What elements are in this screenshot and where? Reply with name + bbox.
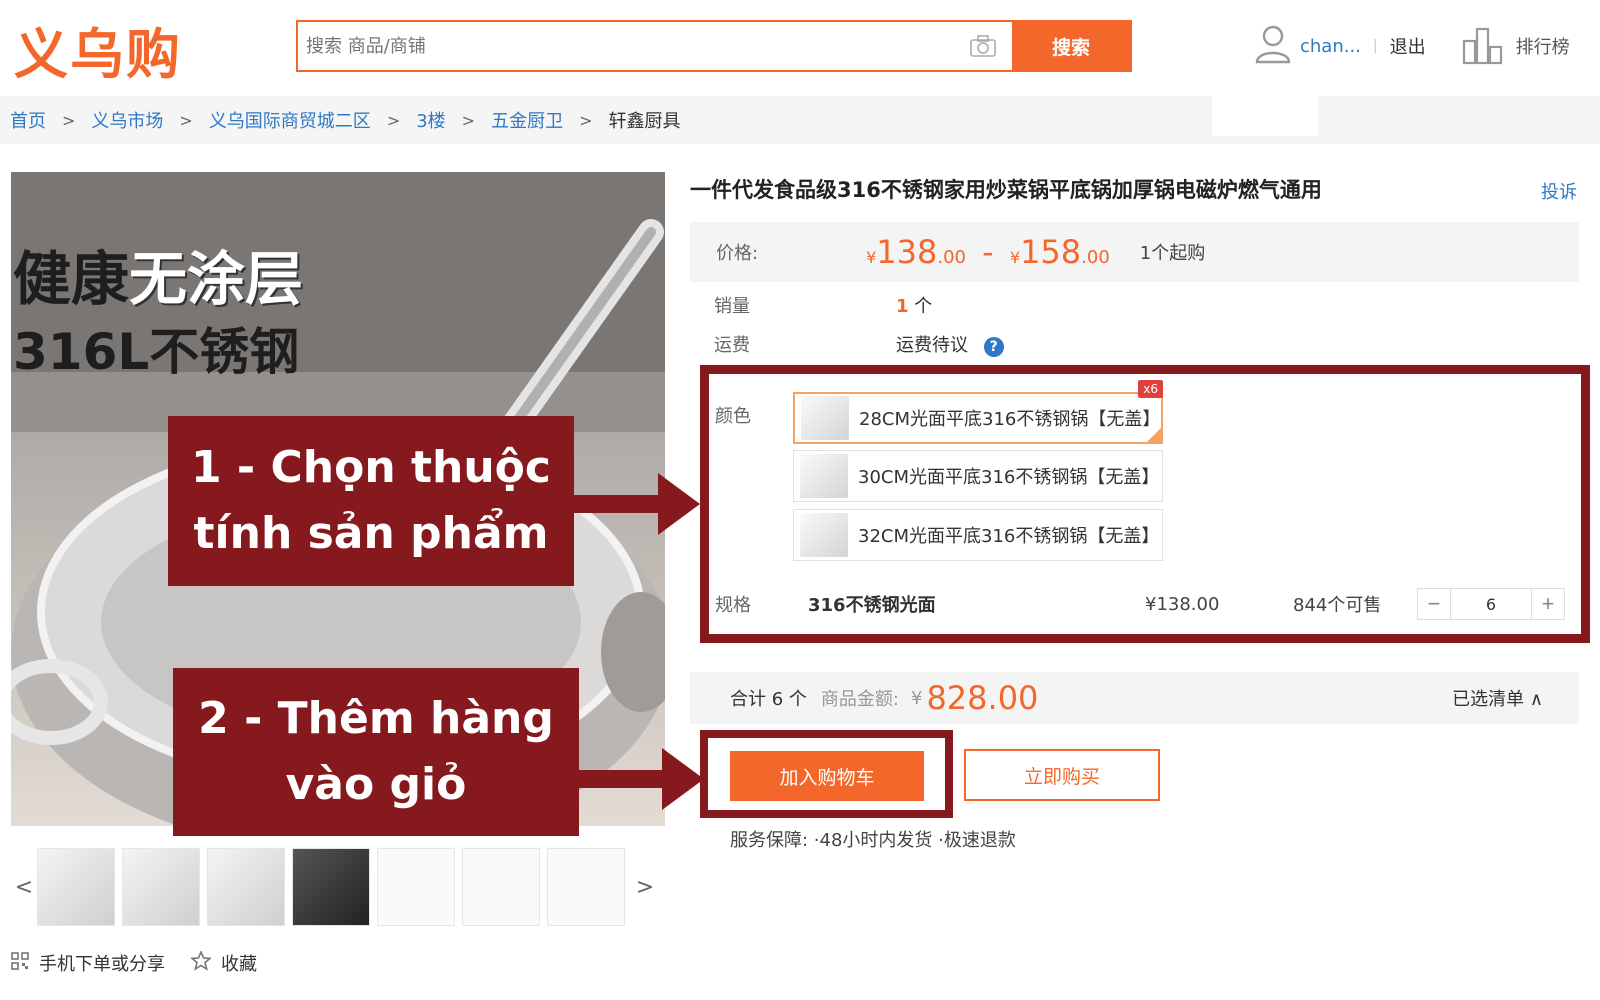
callout-step-1: 1 - Chọn thuộc tính sản phẩm <box>168 416 574 586</box>
add-to-cart-button[interactable]: 加入购物车 <box>730 751 924 801</box>
option-thumbnail <box>801 396 849 440</box>
star-icon[interactable] <box>189 949 213 976</box>
mobile-order-link[interactable]: 手机下单或分享 <box>39 950 165 976</box>
color-option[interactable]: 32CM光面平底316不锈钢锅【无盖】 <box>793 509 1163 561</box>
complain-link[interactable]: 投诉 <box>1541 178 1577 204</box>
shipping-row: 运费 运费待议 ? <box>714 331 1004 357</box>
color-option[interactable]: 28CM光面平底316不锈钢锅【无盖】 x6 <box>793 380 1163 444</box>
product-title: 一件代发食品级316不锈钢家用炒菜锅平底锅加厚锅电磁炉燃气通用 <box>690 178 1322 202</box>
help-icon[interactable]: ? <box>983 337 1004 357</box>
image-subheadline: 316L不锈钢 <box>13 323 300 381</box>
breadcrumb-item[interactable]: 五金厨卫 <box>491 107 563 133</box>
breadcrumb-separator: > <box>579 110 593 130</box>
add-to-cart-highlight: 加入购物车 <box>700 730 953 818</box>
amount-label: 商品金额: <box>820 689 899 710</box>
breadcrumb-item[interactable]: 3楼 <box>416 107 445 133</box>
ranking-link[interactable]: 排行榜 <box>1462 27 1570 65</box>
price-range: ¥138.00 - ¥158.00 <box>866 233 1110 271</box>
username-link[interactable]: chan... <box>1300 36 1361 57</box>
quantity-input[interactable]: 6 <box>1450 589 1532 619</box>
search-button[interactable]: 搜索 <box>1012 22 1130 70</box>
breadcrumb-item[interactable]: 义乌市场 <box>91 107 163 133</box>
shipping-label: 运费 <box>714 335 750 356</box>
price-row: 价格: ¥138.00 - ¥158.00 1个起购 <box>690 222 1579 282</box>
thumbnail[interactable] <box>547 848 625 926</box>
stock-count: 844个可售 <box>1293 595 1382 616</box>
option-thumbnail <box>800 513 848 557</box>
breadcrumb-separator: > <box>386 110 401 130</box>
quantity-stepper: − 6 + <box>1417 588 1565 620</box>
user-icon[interactable] <box>1254 24 1292 68</box>
shipping-value: 运费待议 ? <box>896 331 1004 357</box>
order-summary: 合计 6 个 商品金额: ¥ 828.00 已选清单 ∧ <box>690 672 1579 724</box>
spec-row: 规格 316不锈钢光面 ¥138.00 844个可售 − 6 + <box>709 584 1581 624</box>
service-guarantee: 服务保障: ·48小时内发货 ·极速退款 <box>730 830 1016 851</box>
arrow-step-2 <box>578 748 704 810</box>
share-bar: 手机下单或分享 收藏 <box>11 949 283 976</box>
qrcode-icon[interactable] <box>11 951 29 975</box>
color-label: 颜色 <box>715 406 751 427</box>
quantity-badge: x6 <box>1138 380 1163 398</box>
selected-list-toggle[interactable]: 已选清单 ∧ <box>1452 685 1543 711</box>
selected-check-icon <box>1147 428 1161 442</box>
camera-icon[interactable] <box>954 22 1012 70</box>
spec-value: 316不锈钢光面 <box>808 595 936 616</box>
divider: | <box>1372 38 1378 54</box>
total-count: 合计 6 个 <box>730 689 807 710</box>
callout-step-2: 2 - Thêm hàng vào giỏ <box>173 668 579 836</box>
thumbnail-strip: < > <box>11 847 665 927</box>
logout-link[interactable]: 退出 <box>1390 33 1426 59</box>
min-order: 1个起购 <box>1139 243 1206 264</box>
thumbnail[interactable] <box>122 848 200 926</box>
breadcrumb-blank <box>1212 96 1318 136</box>
option-thumbnail <box>800 454 848 498</box>
thumb-next-button[interactable]: > <box>632 875 658 900</box>
search-box: 搜索 <box>296 20 1132 72</box>
breadcrumb-item[interactable]: 义乌国际商贸城二区 <box>209 107 371 133</box>
decrease-button[interactable]: − <box>1418 589 1450 619</box>
sales-value: 1 个 <box>896 296 933 317</box>
thumbnail[interactable] <box>462 848 540 926</box>
amount-currency: ¥ <box>910 687 923 709</box>
breadcrumb: 首页 > 义乌市场 > 义乌国际商贸城二区 > 3楼 > 五金厨卫 > 轩鑫厨具 <box>0 96 1600 144</box>
increase-button[interactable]: + <box>1532 589 1564 619</box>
breadcrumb-current: 轩鑫厨具 <box>608 111 681 132</box>
spec-price: ¥138.00 <box>1145 593 1220 615</box>
color-option[interactable]: 30CM光面平底316不锈钢锅【无盖】 <box>793 450 1163 502</box>
breadcrumb-separator: > <box>461 110 476 130</box>
property-selector: 颜色 28CM光面平底316不锈钢锅【无盖】 x6 30CM光面平底316不锈钢… <box>700 365 1590 643</box>
breadcrumb-separator: > <box>62 110 76 130</box>
arrow-step-1 <box>574 473 700 535</box>
search-input[interactable] <box>298 22 954 70</box>
ranking-icon <box>1462 27 1502 65</box>
image-headline: 健康无涂层 <box>13 245 304 313</box>
breadcrumb-item[interactable]: 首页 <box>10 107 46 133</box>
spec-label: 规格 <box>715 595 751 616</box>
breadcrumb-separator: > <box>179 110 193 130</box>
sales-label: 销量 <box>714 296 750 317</box>
thumbnail[interactable] <box>292 848 370 926</box>
thumbnail[interactable] <box>37 848 115 926</box>
sales-row: 销量 1 个 <box>714 292 932 318</box>
thumb-prev-button[interactable]: < <box>11 875 37 900</box>
total-amount: 828.00 <box>926 679 1039 717</box>
price-label: 价格: <box>716 243 759 264</box>
thumbnail[interactable] <box>377 848 455 926</box>
user-area: chan... | 退出 排行榜 <box>1254 22 1570 70</box>
favorite-link[interactable]: 收藏 <box>221 950 257 976</box>
thumbnail[interactable] <box>207 848 285 926</box>
buy-now-button[interactable]: 立即购买 <box>964 749 1160 801</box>
site-logo[interactable]: 义乌购 <box>14 10 182 89</box>
ranking-label: 排行榜 <box>1515 37 1570 58</box>
